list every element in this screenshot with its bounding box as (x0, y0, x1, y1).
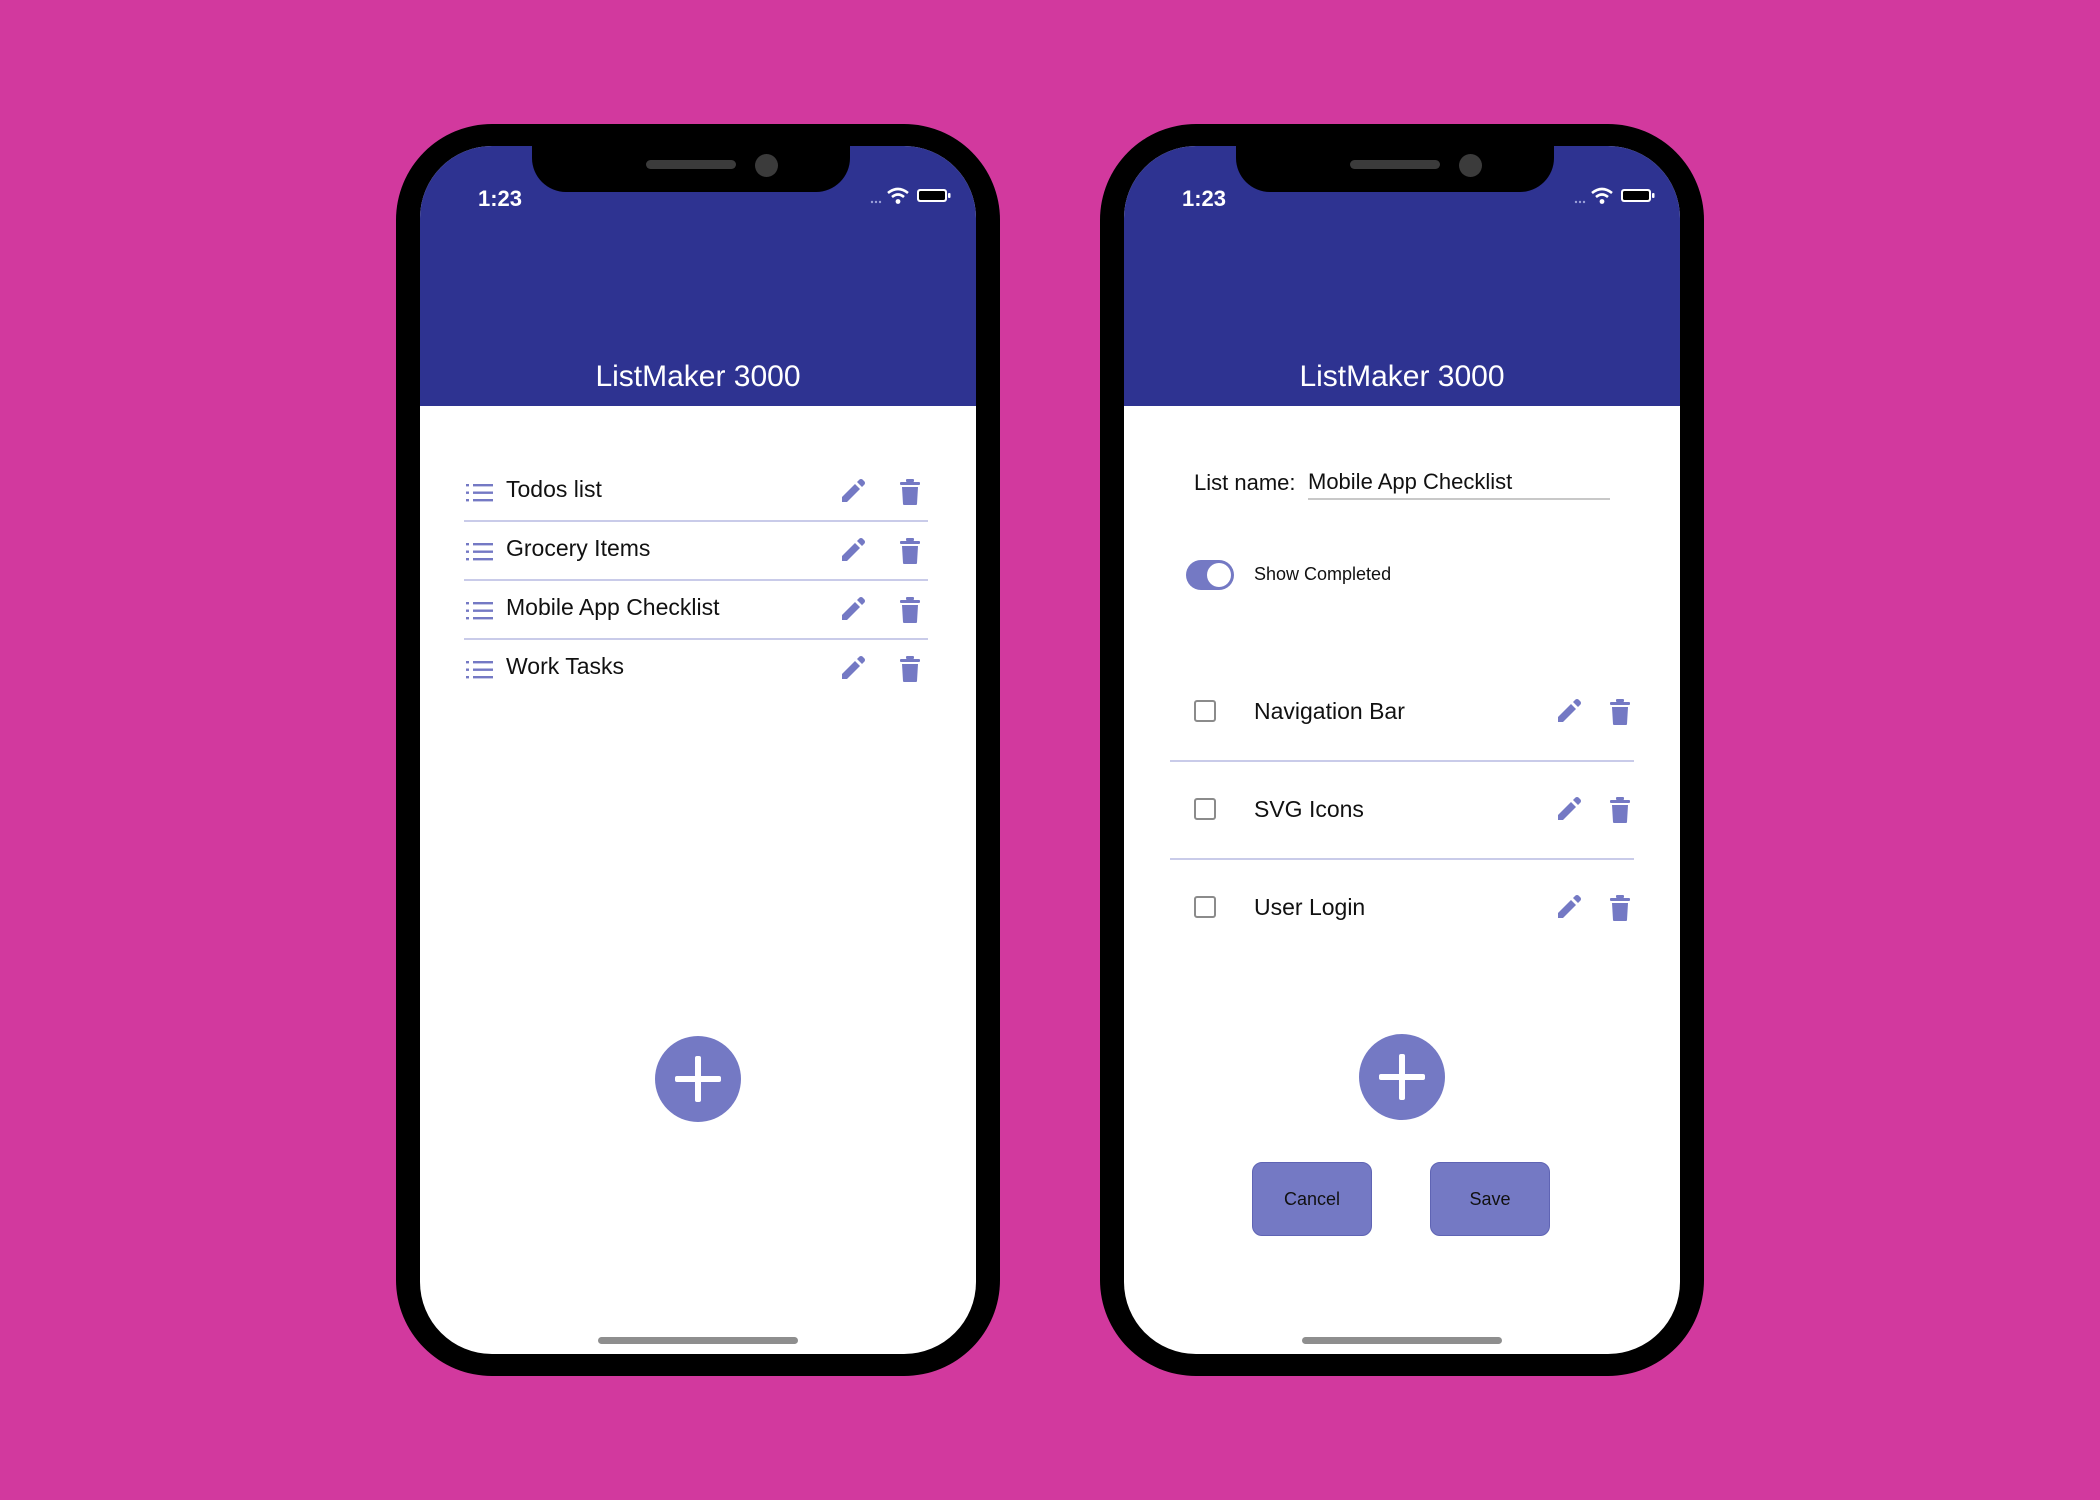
item-label: Navigation Bar (1254, 698, 1405, 724)
list-item[interactable]: Todos list (464, 464, 928, 522)
toggle-knob (1207, 563, 1231, 587)
edit-icon[interactable] (1554, 796, 1582, 824)
list-item-label: Grocery Items (506, 535, 651, 561)
edit-icon[interactable] (838, 655, 866, 683)
app-title: ListMaker 3000 (595, 360, 801, 393)
trash-icon[interactable] (898, 537, 922, 565)
show-completed-label: Show Completed (1254, 564, 1392, 584)
speaker (646, 160, 736, 169)
item-checkbox[interactable] (1194, 700, 1216, 722)
show-completed-toggle[interactable] (1186, 560, 1234, 590)
plus-icon (675, 1056, 721, 1102)
add-list-button[interactable] (655, 1036, 741, 1122)
divider (464, 638, 928, 640)
battery-icon (917, 189, 951, 202)
item-checkbox[interactable] (1194, 798, 1216, 820)
add-item-button[interactable] (1359, 1034, 1445, 1120)
checklist-item: SVG Icons (1170, 762, 1634, 860)
notch (1236, 146, 1554, 192)
edit-icon[interactable] (838, 478, 866, 506)
battery-icon (1621, 189, 1655, 202)
list-item[interactable]: Mobile App Checklist (464, 582, 928, 640)
edit-icon[interactable] (838, 537, 866, 565)
camera (755, 154, 778, 177)
checklist-item: User Login (1170, 860, 1634, 958)
list-item-label: Work Tasks (506, 653, 625, 679)
edit-icon[interactable] (838, 596, 866, 624)
list-icon (466, 602, 493, 620)
trash-icon[interactable] (1608, 796, 1632, 824)
list-item[interactable]: Work Tasks (464, 641, 928, 699)
plus-icon (1379, 1054, 1425, 1100)
item-label: User Login (1254, 894, 1366, 920)
list-icon (466, 661, 493, 679)
list-item-label: Todos list (506, 476, 602, 502)
phone-screen: 1:23 L (420, 146, 976, 1354)
signal-icon (1574, 200, 1586, 204)
save-button[interactable]: Save (1430, 1162, 1550, 1236)
list-name-input[interactable] (1308, 466, 1610, 500)
phone-screen: 1:23 L (1124, 146, 1680, 1354)
divider (464, 520, 928, 522)
status-time: 1:23 (1182, 186, 1227, 211)
trash-icon[interactable] (898, 596, 922, 624)
list-item[interactable]: Grocery Items (464, 523, 928, 581)
trash-icon[interactable] (1608, 894, 1632, 922)
wifi-icon (1591, 187, 1613, 204)
edit-icon[interactable] (1554, 698, 1582, 726)
signal-icon (870, 200, 882, 204)
trash-icon[interactable] (898, 655, 922, 683)
speaker (1350, 160, 1440, 169)
phone-frame-list-editor: 1:23 ListMaker 3000 List name: Mobile Ap… (1100, 124, 1704, 1376)
list-icon (466, 484, 493, 502)
cancel-button[interactable]: Cancel (1252, 1162, 1372, 1236)
item-label: SVG Icons (1254, 796, 1364, 822)
home-indicator (1302, 1337, 1502, 1344)
app-title: ListMaker 3000 (1299, 360, 1505, 393)
home-indicator (598, 1337, 798, 1344)
divider (464, 579, 928, 581)
edit-icon[interactable] (1554, 894, 1582, 922)
phone-frame-list-overview: 1:23 ListMaker 3000 Todos list Grocery I… (396, 124, 1000, 1376)
trash-icon[interactable] (898, 478, 922, 506)
list-item-label: Mobile App Checklist (506, 594, 720, 620)
checklist-item: Navigation Bar (1170, 664, 1634, 762)
camera (1459, 154, 1482, 177)
trash-icon[interactable] (1608, 698, 1632, 726)
app-header: 1:23 ListMaker 3000 (420, 146, 976, 406)
item-checkbox[interactable] (1194, 896, 1216, 918)
wifi-icon (887, 187, 909, 204)
list-icon (466, 543, 493, 561)
notch (532, 146, 850, 192)
app-header: 1:23 ListMaker 3000 (1124, 146, 1680, 406)
status-time: 1:23 (478, 186, 523, 211)
list-name-label: List name: (1194, 470, 1296, 495)
